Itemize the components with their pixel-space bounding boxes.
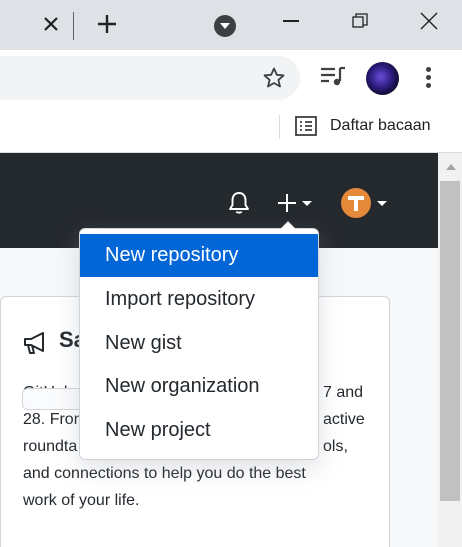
bell-icon[interactable] <box>228 191 250 215</box>
close-icon[interactable] <box>40 13 62 35</box>
chevron-down-icon[interactable] <box>214 15 236 37</box>
kebab-menu-icon[interactable] <box>426 67 432 89</box>
bookmarks-separator <box>279 115 280 139</box>
chevron-down-icon <box>377 200 387 206</box>
tab-separator <box>73 12 74 40</box>
menu-item-new-gist[interactable]: New gist <box>80 322 318 365</box>
create-new-button[interactable] <box>276 191 320 215</box>
reading-list-icon <box>295 116 317 136</box>
menu-item-new-project[interactable]: New project <box>80 409 318 452</box>
star-icon[interactable] <box>262 66 286 90</box>
chevron-down-icon <box>302 200 312 206</box>
browser-profile-avatar[interactable] <box>366 62 399 95</box>
plus-icon[interactable] <box>95 12 119 36</box>
plus-icon <box>278 194 296 212</box>
user-menu-button[interactable] <box>341 187 393 219</box>
reading-list-button[interactable]: Daftar bacaan <box>294 112 431 140</box>
scroll-up-icon[interactable] <box>446 164 456 170</box>
minimize-icon[interactable] <box>283 20 299 22</box>
address-bar[interactable] <box>0 56 300 100</box>
avatar <box>341 188 371 218</box>
menu-item-import-repository[interactable]: Import repository <box>80 278 318 321</box>
playlist-icon[interactable] <box>320 66 346 88</box>
announcement-line: work of your life. <box>23 492 140 509</box>
create-dropdown-menu: New repository Import repository New gis… <box>79 221 319 460</box>
megaphone-icon <box>24 332 44 354</box>
scrollbar-thumb[interactable] <box>440 181 460 501</box>
announcement-line: and connections to help you do the best <box>23 465 306 482</box>
reading-list-label: Daftar bacaan <box>330 117 431 134</box>
close-icon[interactable] <box>354 162 370 178</box>
menu-item-new-repository[interactable]: New repository <box>80 234 318 277</box>
menu-item-new-organization[interactable]: New organization <box>80 365 318 408</box>
window-close-icon[interactable] <box>420 12 438 30</box>
restore-icon[interactable] <box>352 13 368 29</box>
